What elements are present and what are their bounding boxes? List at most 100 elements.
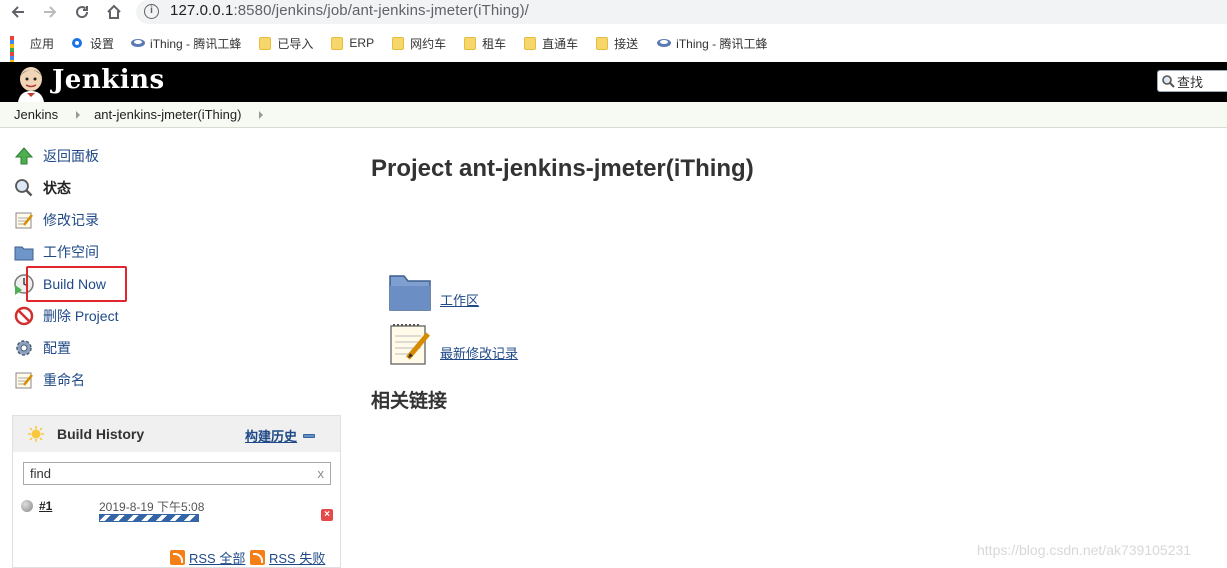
bookmark-folder-ride[interactable]: 网约车 xyxy=(392,35,446,52)
page-title: Project ant-jenkins-jmeter(iThing) xyxy=(371,155,754,182)
breadcrumb-jenkins[interactable]: Jenkins xyxy=(14,107,58,122)
bookmark-label: 应用 xyxy=(30,36,55,51)
magnifier-icon xyxy=(12,176,36,200)
bookmark-folder-shuttle[interactable]: 接送 xyxy=(596,35,638,52)
task-label[interactable]: 修改记录 xyxy=(43,210,99,230)
sun-weather-icon xyxy=(27,425,45,446)
folder-icon xyxy=(464,36,477,50)
find-input[interactable] xyxy=(24,463,304,484)
bookmark-folder-rental[interactable]: 租车 xyxy=(464,35,506,52)
build-history-panel: Build History 构建历史 x #1 2019-8-19 下午5:08… xyxy=(12,415,341,568)
task-label[interactable]: 返回面板 xyxy=(43,146,99,166)
folder-icon xyxy=(331,36,344,50)
folder-icon xyxy=(524,36,537,50)
recent-changes-label[interactable]: 最新修改记录 xyxy=(440,343,518,362)
workspace-link[interactable]: 工作区 xyxy=(388,272,479,315)
rss-failed-link[interactable]: RSS 失败 xyxy=(269,548,325,567)
home-icon[interactable] xyxy=(102,0,126,24)
rss-all[interactable]: RSS 全部 xyxy=(170,548,245,567)
bookmark-label: 接送 xyxy=(614,36,639,51)
bookmark-settings[interactable]: 设置 xyxy=(70,35,114,52)
rss-feeds: RSS 全部 RSS 失败 xyxy=(13,544,340,566)
folder-icon xyxy=(388,272,432,315)
bookmark-label: iThing - 腾讯工蜂 xyxy=(676,36,768,51)
bookmark-ithing[interactable]: iThing - 腾讯工蜂 xyxy=(130,35,241,52)
task-workspace[interactable]: 工作空间 xyxy=(12,240,99,264)
notepad-icon xyxy=(388,322,432,371)
url-path: :8580/jenkins/job/ant-jenkins-jmeter(iTh… xyxy=(233,2,529,19)
task-back-to-dashboard[interactable]: 返回面板 xyxy=(12,144,99,168)
build-status-ball-icon xyxy=(21,500,33,512)
apps-grid-icon xyxy=(10,36,24,72)
clear-icon[interactable]: x xyxy=(318,466,325,481)
task-configure[interactable]: 配置 xyxy=(12,336,71,360)
back-arrow-icon[interactable] xyxy=(6,0,30,24)
build-now-highlight xyxy=(26,266,127,302)
site-info-icon[interactable]: i xyxy=(144,4,159,19)
bookmark-label: ERP xyxy=(349,36,375,50)
task-changes[interactable]: 修改记录 xyxy=(12,208,99,232)
bookmark-label: 设置 xyxy=(90,36,115,51)
url-host: 127.0.0.1 xyxy=(170,2,234,19)
breadcrumb-arrow-icon[interactable] xyxy=(76,110,81,119)
build-number-link[interactable]: #1 xyxy=(39,499,52,513)
bookmark-label: 已导入 xyxy=(277,36,314,51)
bookmark-ithing-2[interactable]: iThing - 腾讯工蜂 xyxy=(656,35,768,52)
search-icon xyxy=(1162,75,1175,88)
up-arrow-icon xyxy=(12,144,36,168)
breadcrumb-project[interactable]: ant-jenkins-jmeter(iThing) xyxy=(94,107,241,122)
jenkins-header: Jenkins 查找 xyxy=(0,62,1227,102)
forward-arrow-icon[interactable] xyxy=(38,0,62,24)
reload-icon[interactable] xyxy=(70,0,94,24)
bookmark-label: 网约车 xyxy=(410,36,447,51)
notepad-icon xyxy=(12,368,36,392)
rss-icon xyxy=(250,550,265,565)
build-history-title: Build History xyxy=(57,426,145,442)
build-trend-link[interactable]: 构建历史 xyxy=(245,426,297,445)
related-links-heading: 相关链接 xyxy=(371,391,448,412)
search-placeholder: 查找 xyxy=(1177,74,1204,90)
gear-icon xyxy=(70,36,84,50)
build-progress-bar[interactable] xyxy=(99,514,199,522)
bookmark-apps[interactable]: 应用 xyxy=(10,35,55,72)
bookmark-label: 直通车 xyxy=(542,36,579,51)
recent-changes-link[interactable]: 最新修改记录 xyxy=(388,322,518,371)
no-entry-icon xyxy=(12,304,36,328)
task-delete-project[interactable]: 删除 Project xyxy=(12,304,118,328)
breadcrumb: Jenkins ant-jenkins-jmeter(iThing) xyxy=(0,102,1227,128)
bookmark-folder-erp[interactable]: ERP xyxy=(331,36,374,50)
task-label[interactable]: 配置 xyxy=(43,338,71,358)
breadcrumb-arrow-icon[interactable] xyxy=(259,110,264,119)
task-label[interactable]: 工作空间 xyxy=(43,242,99,262)
gear-icon xyxy=(12,336,36,360)
task-label[interactable]: 重命名 xyxy=(43,370,85,390)
rss-all-link[interactable]: RSS 全部 xyxy=(189,548,245,567)
bookmark-folder-direct[interactable]: 直通车 xyxy=(524,35,578,52)
tencent-icon xyxy=(656,36,672,50)
bookmark-folder-imported[interactable]: 已导入 xyxy=(259,35,313,52)
collapse-icon[interactable] xyxy=(303,434,315,438)
folder-icon xyxy=(596,36,609,50)
search-box[interactable]: 查找 xyxy=(1157,70,1227,92)
jenkins-title[interactable]: Jenkins xyxy=(52,65,165,95)
task-label[interactable]: 状态 xyxy=(43,178,71,198)
rss-failed[interactable]: RSS 失败 xyxy=(250,548,325,567)
bookmark-label: iThing - 腾讯工蜂 xyxy=(150,36,242,51)
browser-toolbar: i 127.0.0.1:8580/jenkins/job/ant-jenkins… xyxy=(0,0,1227,25)
task-status[interactable]: 状态 xyxy=(12,176,71,200)
address-bar[interactable]: i 127.0.0.1:8580/jenkins/job/ant-jenkins… xyxy=(136,0,1227,24)
folder-icon xyxy=(12,240,36,264)
find-field[interactable]: x xyxy=(23,462,331,485)
bookmark-label: 租车 xyxy=(482,36,507,51)
url-text: 127.0.0.1:8580/jenkins/job/ant-jenkins-j… xyxy=(170,2,529,19)
workspace-link-label[interactable]: 工作区 xyxy=(440,290,479,309)
task-label[interactable]: 删除 Project xyxy=(43,306,118,326)
task-rename[interactable]: 重命名 xyxy=(12,368,85,392)
stop-build-icon[interactable]: × xyxy=(321,509,333,521)
watermark: https://blog.csdn.net/ak739105231 xyxy=(977,542,1192,558)
jenkins-butler-logo[interactable] xyxy=(14,64,48,102)
folder-icon xyxy=(259,36,272,50)
build-history-body: x #1 2019-8-19 下午5:08 × RSS 全部 RSS 失败 xyxy=(13,452,340,567)
folder-icon xyxy=(392,36,405,50)
rss-icon xyxy=(170,550,185,565)
